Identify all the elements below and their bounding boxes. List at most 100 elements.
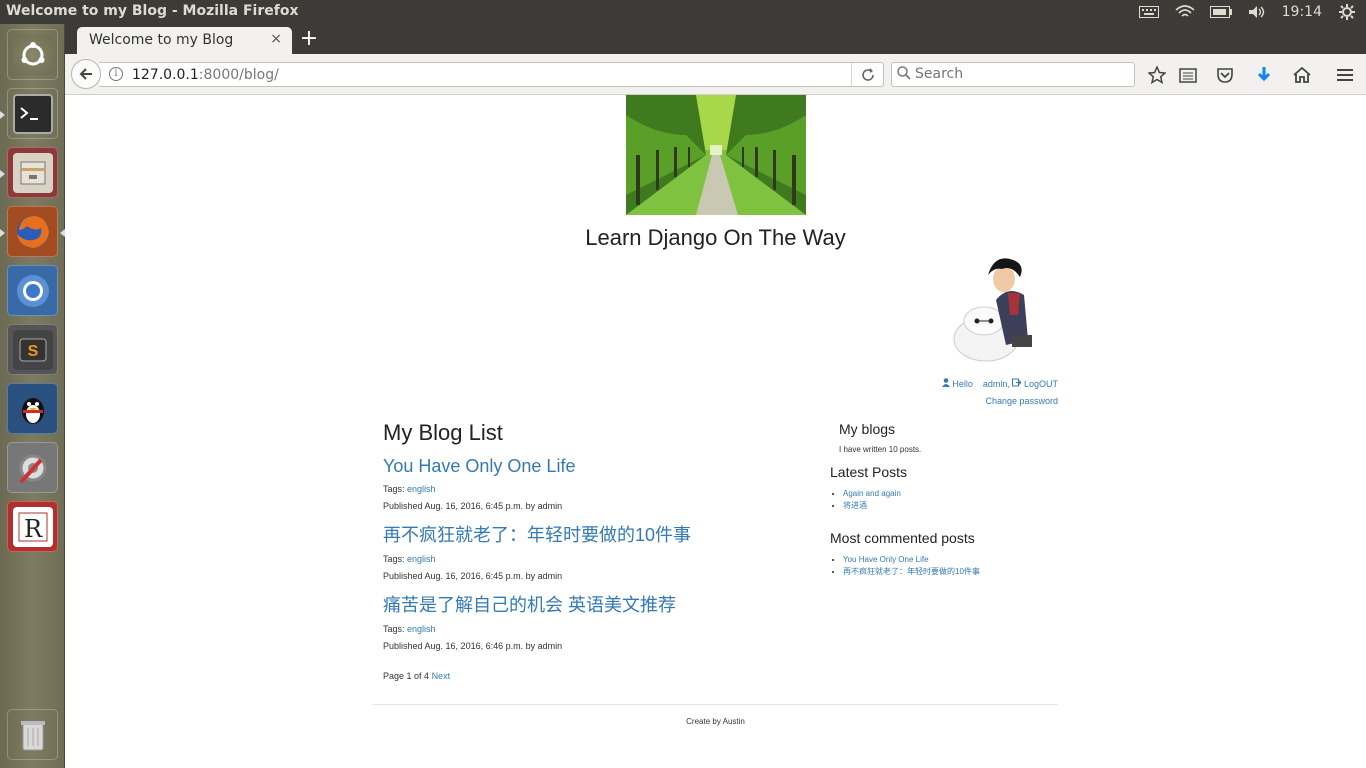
list-item: Again and again [843, 488, 1070, 500]
wrench-settings-icon [13, 448, 53, 488]
post-published: Published Aug. 16, 2016, 6:45 p.m. by ad… [383, 571, 563, 581]
search-bar[interactable] [891, 62, 1135, 87]
site-title: Learn Django On The Way [585, 225, 846, 250]
home-icon[interactable] [1291, 64, 1313, 86]
pagination: Page 1 of 4 Next [383, 671, 813, 681]
username-link[interactable]: admin [983, 379, 1008, 389]
post-title-link[interactable]: 再不疯狂就老了：年轻时要做的10件事 [383, 521, 813, 547]
download-icon[interactable] [1253, 64, 1275, 86]
hamburger-menu-icon[interactable] [1334, 64, 1356, 86]
reload-icon[interactable] [851, 63, 883, 86]
tab-close-icon[interactable]: × [270, 31, 282, 47]
launcher-settings-button[interactable] [7, 442, 58, 493]
launcher-sublime-button[interactable]: S [7, 324, 58, 375]
volume-icon[interactable] [1246, 4, 1268, 20]
url-path: :8000/blog/ [198, 67, 279, 83]
launcher-trash-button[interactable] [7, 709, 58, 760]
file-cabinet-icon [12, 152, 53, 193]
firefox-icon [13, 212, 53, 252]
latest-posts-list: Again and again 将进酒 [843, 488, 1070, 512]
browser-tab-bar: Welcome to my Blog × + [65, 24, 1366, 55]
next-page-link[interactable]: Next [432, 671, 451, 681]
user-icon [941, 378, 953, 389]
clock[interactable]: 19:14 [1282, 4, 1322, 20]
latest-posts-heading: Latest Posts [830, 464, 908, 480]
sublime-text-icon: S [12, 329, 53, 370]
most-commented-link[interactable]: 再不疯狂就老了：年轻时要做的10件事 [843, 567, 980, 576]
latest-post-link[interactable]: Again and again [843, 489, 901, 498]
back-button[interactable] [71, 59, 101, 89]
battery-icon[interactable] [1209, 4, 1232, 20]
ubuntu-logo-icon [12, 34, 53, 75]
wifi-icon[interactable] [1174, 4, 1196, 20]
launcher-firefox-button[interactable] [7, 206, 58, 257]
logout-icon [1010, 378, 1024, 389]
chromium-icon [13, 271, 53, 311]
running-indicator [0, 111, 5, 119]
launcher-terminal-button[interactable] [7, 88, 58, 139]
list-item: 再不疯狂就老了：年轻时要做的10件事 [843, 566, 1070, 578]
system-indicators: 19:14 [1138, 0, 1366, 24]
post-tags: Tags: english [383, 481, 813, 498]
post-title-link[interactable]: You Have Only One Life [383, 456, 813, 477]
tag-link[interactable]: english [407, 624, 436, 634]
penguin-icon [13, 389, 53, 429]
user-avatar[interactable] [946, 255, 1042, 365]
browser-nav-bar: i 127.0.0.1:8000/blog/ [65, 54, 1366, 95]
running-indicator [0, 229, 5, 237]
post-item: 再不疯狂就老了：年轻时要做的10件事 Tags: english Publish… [383, 521, 813, 585]
hello-link[interactable]: Hello [952, 379, 973, 389]
search-input[interactable] [915, 66, 1125, 82]
keyboard-icon[interactable] [1138, 4, 1160, 20]
url-text[interactable]: 127.0.0.1:8000/blog/ [132, 67, 279, 83]
window-title: Welcome to my Blog - Mozilla Firefox [6, 3, 299, 19]
new-tab-button[interactable]: + [297, 27, 321, 51]
post-item: You Have Only One Life Tags: english Pub… [383, 456, 813, 515]
pocket-icon[interactable] [1214, 64, 1236, 86]
logout-link[interactable]: LogOUT [1024, 379, 1058, 389]
tab-welcome[interactable]: Welcome to my Blog × [77, 27, 292, 55]
post-count: I have written 10 posts. [839, 445, 922, 454]
tags-label: Tags: [383, 554, 405, 564]
web-page: Learn Django On The Way Hello admin, Log… [65, 95, 1366, 768]
post-tags: Tags: english [383, 621, 813, 638]
my-blogs-heading: My blogs [839, 421, 896, 437]
latest-post-link[interactable]: 将进酒 [843, 501, 867, 510]
reading-list-icon[interactable] [1177, 64, 1199, 86]
terminal-icon [12, 93, 53, 134]
launcher-files-button[interactable] [7, 147, 58, 198]
unity-launcher: S R [0, 24, 65, 768]
page-indicator: Page 1 of 4 [383, 671, 430, 681]
tags-label: Tags: [383, 484, 405, 494]
launcher-chromium-button[interactable] [7, 265, 58, 316]
back-arrow-icon [79, 68, 92, 80]
most-commented-link[interactable]: You Have Only One Life [843, 555, 929, 564]
change-password-link[interactable]: Change password [985, 396, 1058, 406]
launcher-r-button[interactable]: R [7, 501, 58, 552]
list-item: 将进酒 [843, 500, 1070, 512]
user-links: Hello admin, LogOUT Change password [941, 376, 1058, 410]
post-title-link[interactable]: 痛苦是了解自己的机会 英语美文推荐 [383, 591, 813, 617]
gear-icon[interactable] [1336, 4, 1358, 20]
tags-label: Tags: [383, 624, 405, 634]
list-item: You Have Only One Life [843, 554, 1070, 566]
svg-text:R: R [23, 515, 42, 543]
sidebar: My blogs I have written 10 posts. Latest… [830, 421, 1070, 578]
trash-icon [13, 715, 53, 755]
launcher-qq-button[interactable] [7, 383, 58, 434]
tag-link[interactable]: english [407, 554, 436, 564]
footer-divider [373, 704, 1058, 705]
bookmark-star-icon[interactable] [1146, 64, 1168, 86]
running-indicator [0, 170, 5, 178]
url-bar[interactable]: i 127.0.0.1:8000/blog/ [99, 62, 884, 87]
post-published: Published Aug. 16, 2016, 6:46 p.m. by ad… [383, 641, 563, 651]
post-tags: Tags: english [383, 551, 813, 568]
system-top-bar: Welcome to my Blog - Mozilla Firefox 19:… [0, 0, 1366, 24]
tab-title: Welcome to my Blog [89, 32, 234, 48]
search-icon [897, 66, 911, 84]
tag-link[interactable]: english [407, 484, 436, 494]
site-info-icon[interactable]: i [109, 67, 123, 81]
banner-image [626, 95, 806, 215]
blog-list: My Blog List You Have Only One Life Tags… [383, 420, 813, 681]
launcher-dash-button[interactable] [7, 29, 58, 80]
